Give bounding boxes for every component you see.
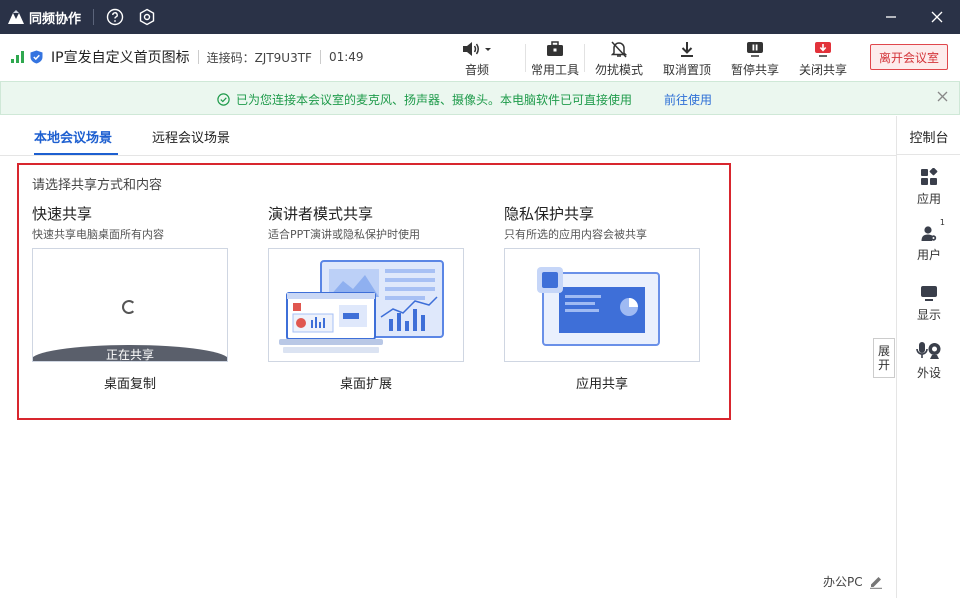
minimize-icon bbox=[886, 16, 896, 18]
share-card-title: 隐私保护共享 bbox=[504, 205, 595, 223]
pause-share-label: 暂停共享 bbox=[730, 63, 779, 77]
desktop-duplicate-option[interactable]: 正在共享 bbox=[32, 248, 228, 362]
pause-share-button[interactable]: 暂停共享 bbox=[721, 34, 789, 80]
console-divider bbox=[897, 154, 960, 155]
loading-spinner-icon bbox=[122, 300, 136, 314]
device-name: 办公PC bbox=[823, 575, 863, 589]
edit-icon bbox=[869, 576, 882, 589]
console-title: 控制台 bbox=[909, 131, 949, 146]
pin-icon bbox=[679, 40, 695, 58]
meeting-duration: 01:49 bbox=[328, 50, 364, 64]
app-logo: 同频协作 bbox=[8, 8, 81, 27]
help-icon[interactable] bbox=[106, 8, 124, 26]
common-tools-label: 常用工具 bbox=[530, 63, 579, 77]
notice-message: 已为您连接本会议室的麦克风、扬声器、摄像头。本电脑软件已可直接使用 bbox=[217, 91, 632, 108]
app-logo-icon bbox=[8, 10, 24, 24]
stop-share-icon bbox=[814, 40, 832, 58]
unpin-label: 取消置顶 bbox=[662, 63, 711, 77]
toolbar-actions: 音频 常用工具 勿扰模式 取消置顶 暂停共享 关闭共享 bbox=[452, 34, 857, 80]
expand-label-top: 展 bbox=[877, 344, 890, 358]
settings-icon[interactable] bbox=[138, 8, 156, 26]
tab-local-scene[interactable]: 本地会议场景 bbox=[34, 127, 112, 146]
audio-label: 音频 bbox=[464, 63, 489, 77]
dnd-button[interactable]: 勿扰模式 bbox=[585, 34, 653, 80]
unpin-button[interactable]: 取消置顶 bbox=[653, 34, 721, 80]
share-card-subtitle: 只有所选的应用内容会被共享 bbox=[504, 228, 647, 241]
check-circle-icon bbox=[217, 93, 230, 106]
minimize-button[interactable] bbox=[868, 0, 914, 34]
console-item-peripherals[interactable]: 外设 bbox=[897, 340, 960, 381]
apps-icon bbox=[920, 166, 938, 188]
notice-close-button[interactable] bbox=[937, 91, 948, 105]
close-share-label: 关闭共享 bbox=[798, 63, 847, 77]
console-item-display[interactable]: 显示 bbox=[897, 282, 960, 323]
share-card-privacy: 隐私保护共享 只有所选的应用内容会被共享 应用共享 bbox=[504, 203, 700, 392]
scene-tabs: 本地会议场景 远程会议场景 bbox=[0, 116, 896, 156]
share-card-label: 桌面复制 bbox=[103, 377, 156, 392]
info-divider bbox=[197, 50, 199, 64]
speaker-icon bbox=[462, 40, 492, 58]
user-count-badge: 1 bbox=[939, 218, 945, 227]
close-icon bbox=[937, 91, 948, 102]
share-card-presenter: 演讲者模式共享 适合PPT演讲或隐私保护时使用 桌面扩展 bbox=[268, 203, 464, 392]
share-card-label: 桌面扩展 bbox=[339, 377, 392, 392]
console-item-label: 应用 bbox=[916, 192, 941, 206]
meeting-title: IP宣发自定义首页图标 bbox=[51, 50, 190, 66]
monitor-icon bbox=[920, 282, 938, 304]
app-share-option[interactable] bbox=[504, 248, 700, 362]
share-card-subtitle: 适合PPT演讲或隐私保护时使用 bbox=[268, 228, 420, 241]
expand-label-bottom: 开 bbox=[877, 358, 890, 372]
close-share-button[interactable]: 关闭共享 bbox=[789, 34, 857, 80]
bell-off-icon bbox=[611, 40, 627, 58]
signal-icon bbox=[11, 51, 24, 63]
notice-text: 已为您连接本会议室的麦克风、扬声器、摄像头。本电脑软件已可直接使用 bbox=[236, 93, 633, 107]
share-card-label: 应用共享 bbox=[575, 377, 628, 392]
app-window-illustration bbox=[537, 267, 660, 346]
meeting-info: IP宣发自定义首页图标 连接码：ZJT9U3TF 01:49 bbox=[11, 47, 364, 67]
title-bar: 同频协作 bbox=[0, 0, 960, 34]
tab-remote-scene[interactable]: 远程会议场景 bbox=[152, 127, 230, 146]
console-item-apps[interactable]: 应用 bbox=[897, 166, 960, 207]
sharing-status: 正在共享 bbox=[33, 345, 227, 361]
console-panel: 控制台 应用 1 用户 显示 外设 bbox=[896, 116, 960, 598]
title-divider bbox=[93, 9, 95, 25]
app-title: 同频协作 bbox=[29, 11, 82, 27]
common-tools-button[interactable]: 常用工具 bbox=[526, 34, 584, 80]
audio-button[interactable]: 音频 bbox=[452, 34, 502, 80]
expand-panel-button[interactable]: 展 开 bbox=[873, 338, 895, 378]
close-icon bbox=[931, 11, 943, 23]
desktop-extend-option[interactable] bbox=[268, 248, 464, 362]
shield-icon bbox=[30, 50, 43, 64]
console-item-label: 显示 bbox=[916, 308, 941, 322]
mic-camera-icon bbox=[916, 340, 942, 362]
leave-meeting-button[interactable]: 离开会议室 bbox=[870, 44, 948, 70]
console-item-label: 外设 bbox=[916, 366, 941, 380]
share-hint: 请选择共享方式和内容 bbox=[32, 178, 163, 193]
share-card-title: 演讲者模式共享 bbox=[268, 205, 374, 223]
share-card-title: 快速共享 bbox=[32, 205, 93, 223]
pause-share-icon bbox=[746, 40, 764, 58]
connection-code: 连接码：ZJT9U3TF bbox=[206, 50, 312, 65]
toolbox-icon bbox=[546, 40, 564, 58]
console-item-users[interactable]: 1 用户 bbox=[897, 218, 960, 263]
device-footer[interactable]: 办公PC bbox=[823, 573, 883, 590]
notice-bar: 已为您连接本会议室的麦克风、扬声器、摄像头。本电脑软件已可直接使用 前往使用 bbox=[0, 81, 960, 115]
active-tab-indicator bbox=[34, 153, 118, 155]
close-window-button[interactable] bbox=[914, 0, 960, 34]
extended-desktop-illustration bbox=[279, 260, 444, 353]
share-card-quick: 快速共享 快速共享电脑桌面所有内容 正在共享 桌面复制 bbox=[32, 203, 228, 392]
info-divider bbox=[319, 50, 321, 64]
share-card-subtitle: 快速共享电脑桌面所有内容 bbox=[32, 228, 164, 241]
dnd-label: 勿扰模式 bbox=[594, 63, 643, 77]
notice-go-link[interactable]: 前往使用 bbox=[664, 91, 712, 108]
user-icon: 1 bbox=[921, 218, 945, 244]
meeting-toolbar: IP宣发自定义首页图标 连接码：ZJT9U3TF 01:49 音频 常用工具 勿… bbox=[0, 34, 960, 80]
console-item-label: 用户 bbox=[916, 248, 941, 262]
